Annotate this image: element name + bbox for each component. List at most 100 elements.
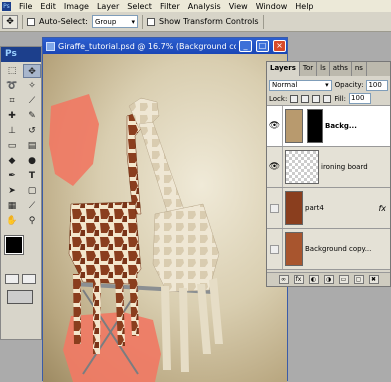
blend-row: Normal ▾ Opacity: 100 — [267, 78, 390, 92]
eyedropper-tool-icon[interactable]: ⟋ — [23, 199, 41, 213]
dodge-tool-icon[interactable]: ● — [23, 154, 41, 168]
menu-image[interactable]: Image — [60, 2, 93, 11]
opacity-label: Opacity: — [334, 81, 364, 89]
path-selection-icon[interactable]: ➤ — [3, 184, 21, 198]
blur-tool-icon[interactable]: ◆ — [3, 154, 21, 168]
layer-effects-icon[interactable]: fx — [378, 204, 386, 213]
quick-mask-button[interactable] — [22, 274, 36, 284]
magic-wand-tool-icon[interactable]: ✧ — [23, 79, 41, 93]
layers-panel-footer: ∞ fx ◐ ◑ ▭ ▢ ✖ — [267, 272, 390, 286]
layer-name: Background copy... — [305, 245, 372, 253]
close-button[interactable]: × — [273, 40, 286, 52]
tab-5[interactable]: ns — [352, 62, 367, 76]
marquee-tool-icon[interactable]: ⬚ — [3, 64, 21, 78]
show-transform-checkbox[interactable] — [146, 17, 155, 26]
pen-tool-icon[interactable]: ✒ — [3, 169, 21, 183]
lock-row: Lock: Fill: 100 — [267, 92, 390, 106]
lock-transparency-icon[interactable] — [290, 94, 299, 103]
layer-mask-thumbnail[interactable] — [307, 109, 323, 143]
menu-help[interactable]: Help — [291, 2, 317, 11]
tab-2[interactable]: Tor — [300, 62, 318, 76]
visibility-toggle[interactable] — [267, 188, 283, 228]
menu-window[interactable]: Window — [252, 2, 292, 11]
eye-icon[interactable]: 👁 — [267, 147, 283, 187]
document-title: Giraffe_tutorial.psd @ 16.7% (Background… — [58, 41, 236, 51]
document-title-bar[interactable]: Giraffe_tutorial.psd @ 16.7% (Background… — [43, 38, 287, 54]
layer-name: ironing board — [321, 163, 368, 171]
minimize-button[interactable]: _ — [239, 40, 252, 52]
layer-thumbnail — [285, 191, 303, 225]
menu-filter[interactable]: Filter — [156, 2, 184, 11]
hand-tool-icon[interactable]: ✋ — [3, 214, 21, 228]
history-brush-icon[interactable]: ↺ — [23, 124, 41, 138]
separator — [22, 14, 23, 29]
layer-thumbnail — [285, 109, 303, 143]
tab-paths[interactable]: aths — [330, 62, 352, 76]
adjustment-layer-icon[interactable]: ◑ — [323, 275, 334, 284]
mask-paint-stroke-top — [49, 94, 99, 186]
eraser-tool-icon[interactable]: ▭ — [3, 139, 21, 153]
crop-tool-icon[interactable]: ⌗ — [3, 94, 21, 108]
menu-layer[interactable]: Layer — [93, 2, 123, 11]
tab-layers[interactable]: Layers — [267, 62, 300, 76]
lock-all-icon[interactable] — [323, 94, 332, 103]
menu-file[interactable]: File — [15, 2, 36, 11]
fill-field[interactable]: 100 — [349, 93, 372, 104]
zoom-tool-icon[interactable]: ⚲ — [23, 214, 41, 228]
menu-select[interactable]: Select — [123, 2, 156, 11]
lock-pixels-icon[interactable] — [301, 94, 310, 103]
new-group-icon[interactable]: ▭ — [338, 275, 349, 284]
layer-thumbnail — [285, 150, 319, 184]
trash-icon[interactable]: ✖ — [368, 275, 379, 284]
add-mask-icon[interactable]: ◐ — [308, 275, 319, 284]
add-style-icon[interactable]: fx — [293, 275, 304, 284]
auto-select-value: Group — [94, 17, 117, 26]
shape-tool-icon[interactable]: ▢ — [23, 184, 41, 198]
separator — [141, 14, 143, 29]
new-layer-icon[interactable]: ▢ — [353, 275, 364, 284]
color-swatches[interactable] — [3, 234, 39, 268]
document-icon — [46, 41, 55, 51]
gradient-tool-icon[interactable]: ▤ — [23, 139, 41, 153]
layer-row[interactable]: 👁 ironing board — [267, 147, 390, 188]
menu-bar: Ps File Edit Image Layer Select Filter A… — [0, 0, 391, 12]
healing-brush-icon[interactable]: ✚ — [3, 109, 21, 123]
layers-panel: Layers Tor ls aths ns Normal ▾ Opacity: … — [266, 61, 391, 287]
lock-position-icon[interactable] — [312, 94, 321, 103]
clone-stamp-icon[interactable]: ⊥ — [3, 124, 21, 138]
auto-select-dropdown[interactable]: Group ▾ — [91, 15, 138, 28]
photoshop-logo: Ps — [1, 47, 41, 62]
layer-row[interactable]: part4 fx — [267, 188, 390, 229]
standard-mode-button[interactable] — [5, 274, 19, 284]
lock-label: Lock: — [269, 94, 288, 103]
auto-select-checkbox[interactable] — [27, 17, 35, 26]
type-tool-icon[interactable]: T — [23, 169, 41, 183]
layer-row[interactable]: 👁 Backg... — [267, 106, 390, 147]
notes-tool-icon[interactable]: ▦ — [3, 199, 21, 213]
menu-view[interactable]: View — [225, 2, 252, 11]
photoshop-app-icon: Ps — [2, 1, 11, 11]
eye-icon[interactable]: 👁 — [267, 106, 283, 146]
options-bar: ✥ Auto-Select: Group ▾ Show Transform Co… — [0, 12, 391, 32]
link-layers-icon[interactable]: ∞ — [278, 275, 289, 284]
move-tool-preset-icon[interactable]: ✥ — [2, 14, 18, 29]
menu-edit[interactable]: Edit — [36, 2, 60, 11]
panel-tabs: Layers Tor ls aths ns — [267, 62, 390, 76]
opacity-field[interactable]: 100 — [366, 79, 388, 91]
tools-panel: Ps ⬚ ✥ ➰ ✧ ⌗ ⟋ ✚ ✎ ⊥ ↺ ▭ ▤ ◆ ● ✒ T ➤ ▢ ▦… — [0, 46, 42, 340]
blend-mode-dropdown[interactable]: Normal ▾ — [269, 79, 332, 91]
document-canvas[interactable] — [43, 54, 287, 382]
layer-name: part4 — [305, 204, 324, 212]
visibility-toggle[interactable] — [267, 229, 283, 269]
maximize-button[interactable]: □ — [256, 40, 269, 52]
menu-analysis[interactable]: Analysis — [184, 2, 225, 11]
tab-3[interactable]: ls — [317, 62, 330, 76]
screen-mode-button[interactable] — [7, 290, 33, 304]
layer-row[interactable]: Background copy... — [267, 229, 390, 270]
lasso-tool-icon[interactable]: ➰ — [3, 79, 21, 93]
move-tool-icon[interactable]: ✥ — [23, 64, 41, 78]
slice-tool-icon[interactable]: ⟋ — [23, 94, 41, 108]
brush-tool-icon[interactable]: ✎ — [23, 109, 41, 123]
foreground-color-swatch[interactable] — [4, 235, 24, 255]
layer-thumbnail — [285, 232, 303, 266]
